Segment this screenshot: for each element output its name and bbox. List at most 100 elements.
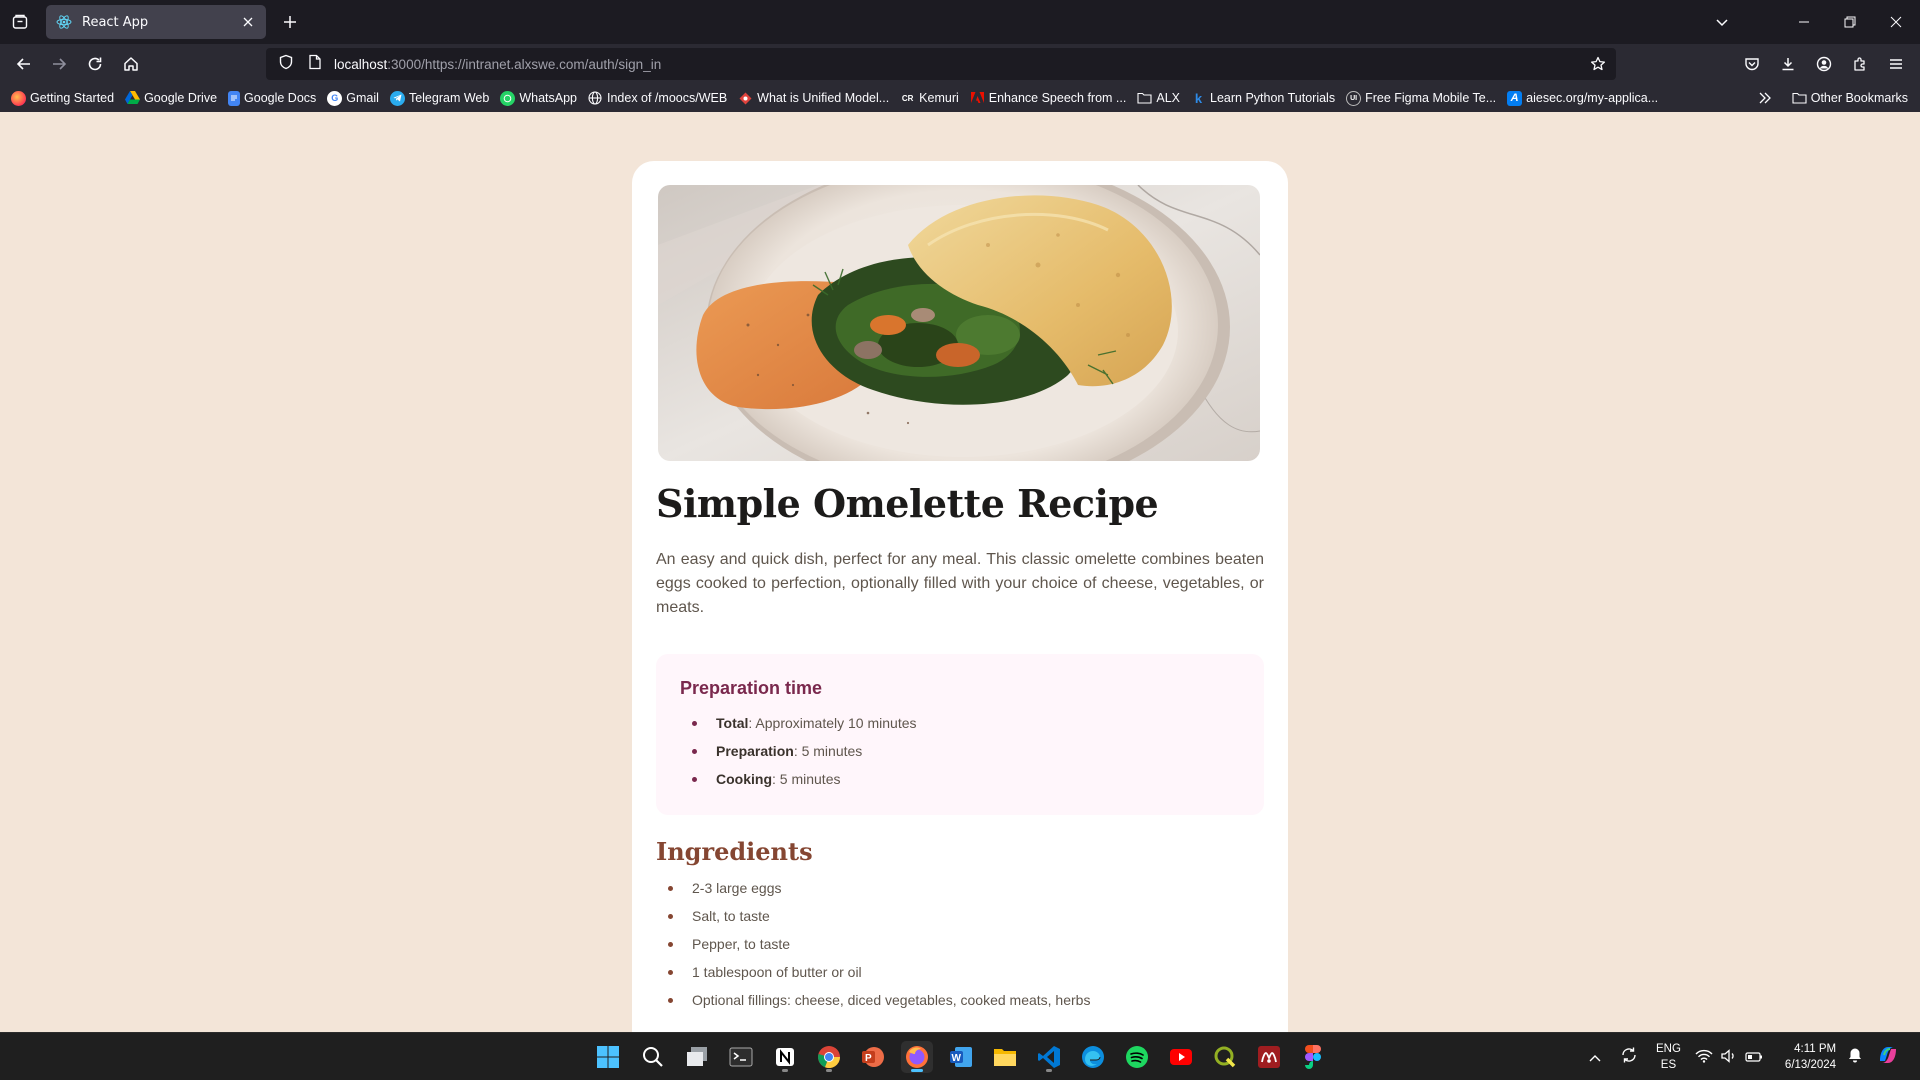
bookmark-item[interactable]: Getting Started (11, 90, 115, 106)
bullet (668, 997, 673, 1003)
terminal-icon[interactable] (725, 1041, 757, 1073)
powerpoint-icon[interactable]: P (857, 1041, 889, 1073)
battery-icon[interactable] (1745, 1048, 1763, 1067)
language-primary: ENG (1656, 1043, 1681, 1055)
list-all-tabs-icon[interactable] (1710, 10, 1734, 34)
other-bookmarks[interactable]: Other Bookmarks (1792, 91, 1908, 106)
telegram-icon (389, 90, 405, 106)
bookmarks-toolbar: Getting Started Google Drive Google Docs… (0, 84, 1920, 112)
bookmark-item[interactable]: Google Docs (228, 90, 317, 106)
tab-react-app[interactable]: React App (46, 5, 266, 39)
bookmark-item[interactable]: k Learn Python Tutorials (1191, 91, 1335, 106)
shield-icon[interactable] (278, 54, 294, 74)
chevron-up-icon[interactable] (1588, 1048, 1602, 1067)
diamond-icon (738, 91, 753, 106)
wifi-icon[interactable] (1695, 1048, 1713, 1067)
mendeley-icon[interactable] (1253, 1041, 1285, 1073)
page-viewport: Simple Omelette Recipe An easy and quick… (0, 112, 1920, 1032)
word-icon[interactable]: W (945, 1041, 977, 1073)
list-item: Salt, to taste (668, 902, 1264, 930)
bullet (692, 776, 697, 782)
list-item: Preparation: 5 minutes (692, 737, 1240, 765)
volume-icon[interactable] (1721, 1048, 1737, 1067)
minimize-icon[interactable] (1792, 10, 1816, 34)
browser-tab-bar: React App (0, 0, 1920, 44)
new-tab-icon[interactable] (278, 10, 302, 34)
bookmark-item[interactable]: G Gmail (327, 90, 379, 106)
bookmark-item[interactable]: Google Drive (125, 91, 217, 106)
task-view-icon[interactable] (681, 1041, 713, 1073)
bell-icon[interactable] (1848, 1047, 1862, 1067)
prep-item-value: : 5 minutes (772, 771, 841, 787)
recipe-title: Simple Omelette Recipe (656, 481, 1159, 526)
pocket-icon[interactable] (1740, 52, 1764, 76)
notion-icon[interactable] (769, 1041, 801, 1073)
bullet (668, 885, 673, 891)
bookmark-item[interactable]: CR Kemuri (900, 91, 959, 106)
chevron-double-right-icon[interactable] (1758, 89, 1772, 108)
back-arrow-icon[interactable] (12, 52, 36, 76)
prep-item-label: Total (716, 715, 749, 731)
restore-icon[interactable] (1838, 10, 1862, 34)
figma-icon[interactable] (1297, 1041, 1329, 1073)
bullet (668, 969, 673, 975)
account-icon[interactable] (1812, 52, 1836, 76)
prep-item-label: Cooking (716, 771, 772, 787)
bookmark-label: Google Docs (244, 91, 317, 105)
clock[interactable]: 4:11 PM 6/13/2024 (1785, 1041, 1836, 1073)
url-text[interactable]: localhost:3000/https://intranet.alxswe.c… (334, 57, 661, 72)
language-indicator[interactable]: ENG ES (1656, 1041, 1681, 1073)
copilot-icon[interactable] (1876, 1043, 1900, 1071)
folder-icon (1137, 91, 1152, 106)
tab-list-icon[interactable] (8, 10, 32, 34)
firefox-icon (11, 90, 26, 106)
youtube-icon[interactable] (1165, 1041, 1197, 1073)
menu-icon[interactable] (1884, 52, 1908, 76)
qgis-icon[interactable] (1209, 1041, 1241, 1073)
bookmark-item[interactable]: Telegram Web (389, 90, 490, 106)
search-icon[interactable] (637, 1041, 669, 1073)
bookmark-label: aiesec.org/my-applica... (1526, 91, 1659, 105)
bookmark-item[interactable]: Aaiesec.org/my-applica... (1507, 90, 1659, 106)
edge-icon[interactable] (1077, 1041, 1109, 1073)
bookmark-item[interactable]: WhatsApp (500, 90, 577, 106)
forward-arrow-icon[interactable] (47, 52, 71, 76)
vscode-icon[interactable] (1033, 1041, 1065, 1073)
bookmark-item[interactable]: Index of /moocs/WEB (588, 91, 727, 106)
list-item: 2-3 large eggs (668, 874, 1264, 902)
close-tab-icon[interactable] (240, 14, 256, 30)
chrome-icon[interactable] (813, 1041, 845, 1073)
bookmark-label: Getting Started (30, 91, 115, 105)
bookmarks-overflow: Other Bookmarks (1758, 84, 1908, 112)
running-indicator (826, 1069, 832, 1072)
close-window-icon[interactable] (1884, 10, 1908, 34)
bookmark-item[interactable]: What is Unified Model... (738, 91, 889, 106)
folder-icon (1792, 91, 1807, 106)
bookmark-label: Telegram Web (408, 91, 490, 105)
start-icon[interactable] (592, 1041, 624, 1073)
clock-date: 6/13/2024 (1784, 1059, 1837, 1071)
other-bookmarks-label: Other Bookmarks (1810, 91, 1908, 105)
bookmark-item[interactable]: UI Free Figma Mobile Te... (1346, 90, 1496, 106)
k-icon: k (1194, 90, 1203, 106)
page-icon[interactable] (308, 54, 322, 74)
bullet (668, 941, 673, 947)
reload-icon[interactable] (83, 52, 107, 76)
downloads-icon[interactable] (1776, 52, 1800, 76)
file-explorer-icon[interactable] (989, 1041, 1021, 1073)
address-bar[interactable]: localhost:3000/https://intranet.alxswe.c… (266, 48, 1616, 80)
sync-icon[interactable] (1620, 1046, 1638, 1068)
spotify-icon[interactable] (1121, 1041, 1153, 1073)
bookmark-item[interactable]: ALX (1137, 91, 1180, 106)
clock-time: 4:11 PM (1794, 1043, 1837, 1055)
firefox-icon[interactable] (901, 1041, 933, 1073)
extensions-icon[interactable] (1848, 52, 1872, 76)
bookmark-label: Enhance Speech from ... (988, 91, 1127, 105)
list-item: 1 tablespoon of butter or oil (668, 958, 1264, 986)
globe-icon (588, 91, 603, 106)
home-icon[interactable] (119, 52, 143, 76)
bookmark-item[interactable]: Enhance Speech from ... (970, 91, 1127, 106)
omelette-image (658, 185, 1260, 461)
tab-title: React App (82, 14, 149, 30)
bookmark-star-icon[interactable] (1588, 54, 1608, 74)
